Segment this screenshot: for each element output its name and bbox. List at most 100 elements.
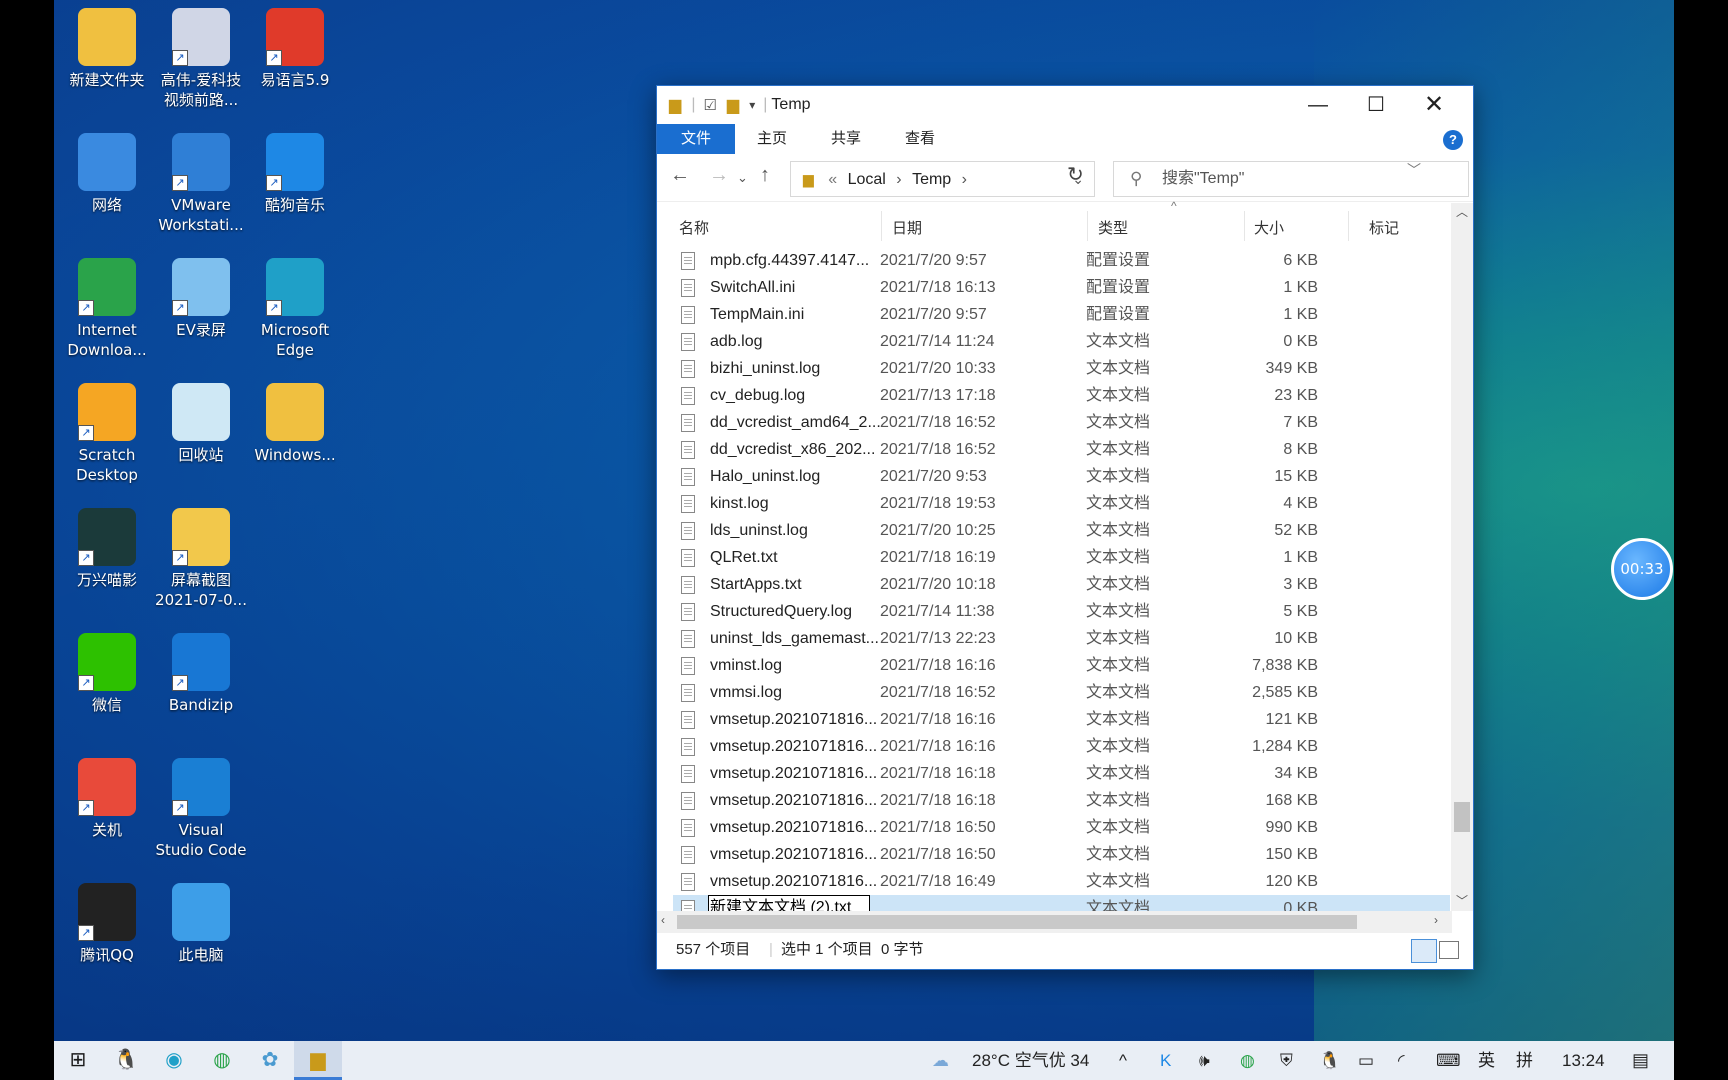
desktop-icon[interactable]: 回收站	[154, 379, 248, 465]
desktop-icon[interactable]: ↗ 易语言5.9	[248, 4, 342, 90]
desktop-icon[interactable]: ↗ EV录屏	[154, 254, 248, 340]
file-row[interactable]: vmsetup.2021071816... 2021/7/18 16:49 文本文档…	[673, 868, 1450, 895]
column-tag[interactable]: 标记	[1369, 203, 1399, 247]
file-row[interactable]: vmsetup.2021071816... 2021/7/18 16:50 文本文档…	[673, 841, 1450, 868]
scroll-up-icon[interactable]: ︿	[1456, 203, 1468, 220]
search-input[interactable]: ⚲ 搜索"Temp"	[1113, 161, 1469, 197]
vertical-scrollbar[interactable]: ︿ ﹀	[1451, 203, 1473, 911]
weather-text[interactable]: 28°C 空气优 34	[972, 1041, 1089, 1080]
file-row[interactable]: vmsetup.2021071816... 2021/7/18 16:16 文本文档…	[673, 706, 1450, 733]
security-shield-icon[interactable]: ⛨	[1280, 1041, 1293, 1080]
desktop-icon[interactable]: ↗ 高伟-爱科技视频前路...	[154, 4, 248, 110]
ime-mode[interactable]: 拼	[1516, 1041, 1533, 1080]
back-arrow-icon[interactable]: ←	[670, 164, 690, 187]
file-row[interactable]: dd_vcredist_x86_202... 2021/7/18 16:52 文本文…	[673, 436, 1450, 463]
file-explorer-taskbar-icon[interactable]: ▆	[294, 1041, 342, 1080]
maximize-button[interactable]: ☐	[1347, 86, 1405, 124]
show-hidden-icons[interactable]: ^	[1119, 1041, 1127, 1080]
start-windows-icon[interactable]: ⊞	[54, 1041, 102, 1080]
file-row[interactable]: QLRet.txt 2021/7/18 16:19 文本文档 1 KB	[673, 544, 1450, 571]
file-row[interactable]: SwitchAll.ini 2021/7/18 16:13 配置设置 1 KB	[673, 274, 1450, 301]
file-row[interactable]: StructuredQuery.log 2021/7/14 11:38 文本文档 5 …	[673, 598, 1450, 625]
file-row-selected[interactable]: 新建文本文档 (2).txt 文本文档 0 KB	[673, 895, 1450, 911]
tab-view[interactable]: 查看	[883, 124, 957, 154]
address-bar[interactable]: ▆ « Local › Temp › ⌄	[790, 161, 1095, 197]
weather-icon[interactable]: ☁	[932, 1041, 949, 1080]
breadcrumb-separator-icon[interactable]: ›	[896, 171, 901, 188]
file-row[interactable]: kinst.log 2021/7/18 19:53 文本文档 4 KB	[673, 490, 1450, 517]
recording-timer[interactable]: 00:33	[1611, 538, 1673, 600]
desktop-icon[interactable]: ↗ 微信	[60, 629, 154, 715]
keyboard-icon[interactable]: ⌨	[1436, 1041, 1461, 1080]
desktop-icon[interactable]: ↗ Bandizip	[154, 629, 248, 715]
desktop-icon[interactable]: ↗ 酷狗音乐	[248, 129, 342, 215]
qq-tray-icon[interactable]: 🐧	[1319, 1041, 1340, 1080]
refresh-icon[interactable]: ↻	[1067, 162, 1084, 187]
desktop-icon[interactable]: Windows...	[248, 379, 342, 465]
desktop-icon[interactable]: ↗ Scratch Desktop	[60, 379, 154, 485]
desktop-icon[interactable]: ↗ 腾讯QQ	[60, 879, 154, 965]
kugou-tray-icon[interactable]: K	[1160, 1041, 1171, 1080]
qq-taskbar-icon[interactable]: 🐧	[102, 1041, 150, 1080]
desktop-icon[interactable]: ↗ VMware Workstati...	[154, 129, 248, 235]
column-divider[interactable]	[881, 211, 882, 241]
horizontal-scrollbar[interactable]: ‹ ›	[657, 911, 1452, 933]
tab-file[interactable]: 文件	[657, 124, 736, 154]
desktop-icon[interactable]: 新建文件夹	[60, 4, 154, 90]
column-size[interactable]: 大小	[1254, 203, 1284, 247]
up-arrow-icon[interactable]: ↑	[760, 164, 770, 187]
scroll-right-icon[interactable]: ›	[1434, 913, 1438, 927]
desktop-icon[interactable]: 网络	[60, 129, 154, 215]
desktop-icon[interactable]: 此电脑	[154, 879, 248, 965]
new-folder-quick-icon[interactable]: ▆	[727, 95, 739, 115]
download-manager-taskbar-icon[interactable]: ◍	[198, 1041, 246, 1080]
scroll-thumb[interactable]	[1454, 802, 1470, 832]
column-date[interactable]: 日期	[892, 203, 922, 247]
file-row[interactable]: vmsetup.2021071816... 2021/7/18 16:16 文本文档…	[673, 733, 1450, 760]
customize-quick-access-icon[interactable]: ▾	[749, 98, 755, 112]
wifi-icon[interactable]: ◜	[1398, 1041, 1405, 1080]
file-row[interactable]: StartApps.txt 2021/7/20 10:18 文本文档 3 KB	[673, 571, 1450, 598]
desktop-icon[interactable]: ↗ 屏幕截图 2021-07-0...	[154, 504, 248, 610]
scroll-thumb[interactable]	[677, 915, 1357, 929]
column-divider[interactable]	[1348, 211, 1349, 241]
breadcrumb-temp[interactable]: Temp	[912, 171, 951, 188]
address-overflow[interactable]: «	[828, 171, 837, 188]
help-icon[interactable]: ?	[1443, 130, 1463, 150]
scroll-left-icon[interactable]: ‹	[661, 913, 665, 927]
desktop-icon[interactable]: ↗ Visual Studio Code	[154, 754, 248, 860]
file-row[interactable]: lds_uninst.log 2021/7/20 10:25 文本文档 52 KB	[673, 517, 1450, 544]
breadcrumb-separator-icon[interactable]: ›	[962, 171, 967, 188]
properties-quick-icon[interactable]: ☑	[703, 96, 716, 114]
ime-language[interactable]: 英	[1478, 1041, 1495, 1080]
desktop-icon[interactable]: ↗ 关机	[60, 754, 154, 840]
file-row[interactable]: uninst_lds_gamemast... 2021/7/13 22:23 文本文…	[673, 625, 1450, 652]
forward-arrow-icon[interactable]: →	[709, 164, 729, 187]
volume-icon[interactable]: 🕪	[1199, 1041, 1210, 1080]
column-divider[interactable]	[1244, 211, 1245, 241]
breadcrumb-local[interactable]: Local	[848, 171, 886, 188]
file-row[interactable]: dd_vcredist_amd64_2... 2021/7/18 16:52 文本文…	[673, 409, 1450, 436]
large-icons-view-icon[interactable]	[1439, 941, 1459, 959]
file-row[interactable]: vmsetup.2021071816... 2021/7/18 16:18 文本文档…	[673, 760, 1450, 787]
file-row[interactable]: adb.log 2021/7/14 11:24 文本文档 0 KB	[673, 328, 1450, 355]
details-view-icon[interactable]	[1411, 939, 1437, 963]
tab-share[interactable]: 共享	[809, 124, 883, 154]
battery-icon[interactable]: ▭	[1358, 1041, 1374, 1080]
file-row[interactable]: vmmsi.log 2021/7/18 16:52 文本文档 2,585 KB	[673, 679, 1450, 706]
scroll-down-icon[interactable]: ﹀	[1456, 892, 1468, 909]
tab-home[interactable]: 主页	[735, 124, 809, 154]
edge-taskbar-icon[interactable]: ◉	[150, 1041, 198, 1080]
clock[interactable]: 13:24	[1562, 1041, 1605, 1080]
file-explorer-window[interactable]: ▆ | ☑ ▆ ▾ | Temp — ☐ ✕ 文件 主页 共享 查看 ﹀ ? ←…	[656, 85, 1474, 970]
title-bar[interactable]: ▆ | ☑ ▆ ▾ | Temp — ☐ ✕	[657, 86, 1473, 124]
file-row[interactable]: TempMain.ini 2021/7/20 9:57 配置设置 1 KB	[673, 301, 1450, 328]
desktop-icon[interactable]: ↗ Internet Downloa...	[60, 254, 154, 360]
file-row[interactable]: bizhi_uninst.log 2021/7/20 10:33 文本文档 349 K…	[673, 355, 1450, 382]
notification-icon[interactable]: ▤	[1632, 1041, 1649, 1080]
file-row[interactable]: cv_debug.log 2021/7/13 17:18 文本文档 23 KB	[673, 382, 1450, 409]
close-button[interactable]: ✕	[1405, 86, 1463, 124]
desktop-icon[interactable]: ↗ 万兴喵影	[60, 504, 154, 590]
desktop-icon[interactable]: ↗ Microsoft Edge	[248, 254, 342, 360]
file-row[interactable]: Halo_uninst.log 2021/7/20 9:53 文本文档 15 KB	[673, 463, 1450, 490]
